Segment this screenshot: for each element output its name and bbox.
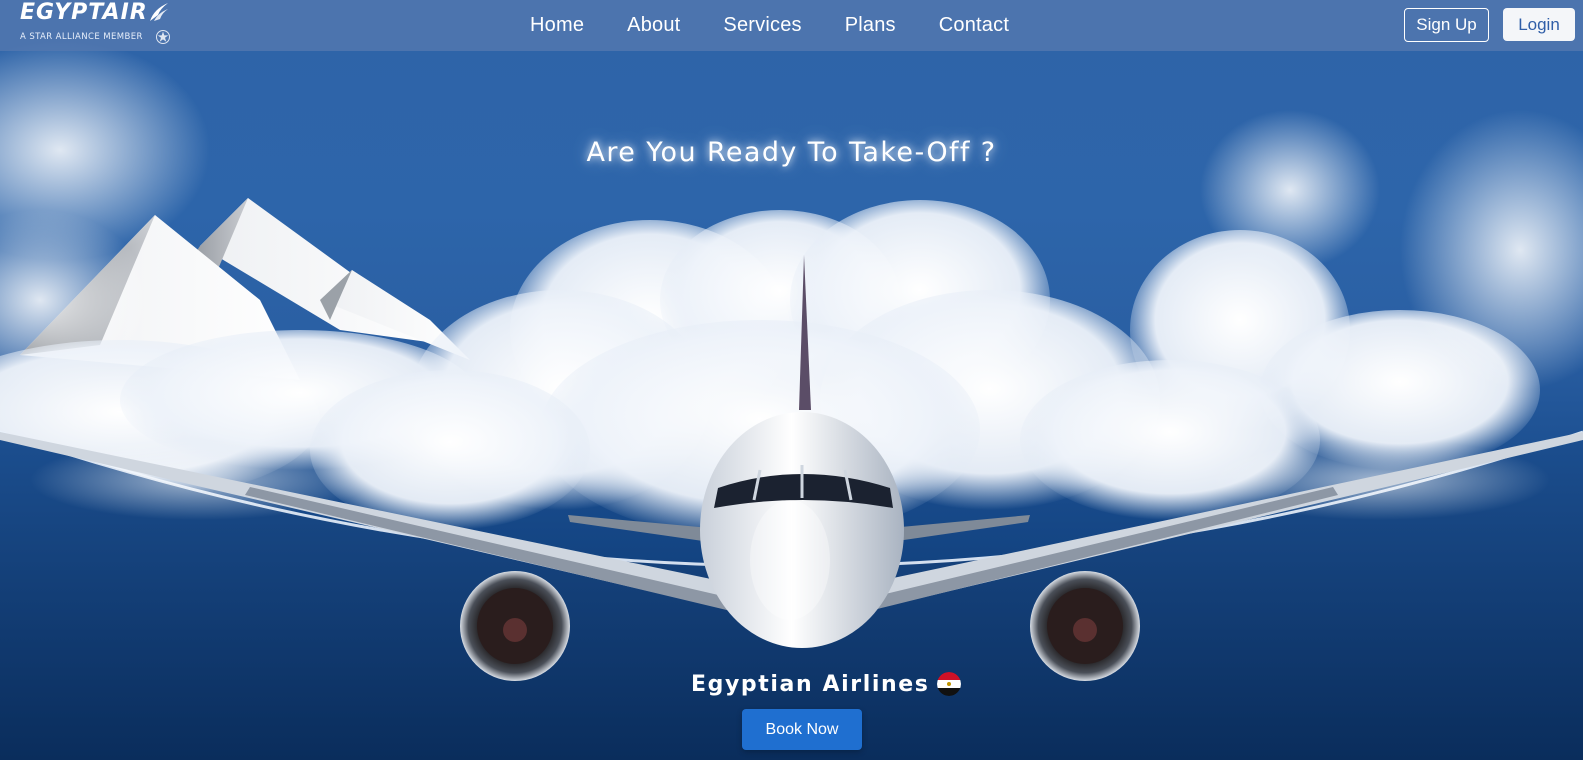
nav-link-contact[interactable]: Contact — [939, 14, 1009, 37]
hero-section: EGYPTAIR A STAR ALLIANCE MEMBER Home Abo… — [0, 0, 1583, 760]
airline-brand-line: Egyptian Airlines — [691, 668, 962, 700]
top-navbar: EGYPTAIR A STAR ALLIANCE MEMBER Home Abo… — [0, 0, 1583, 51]
airline-name: Egyptian Airlines — [691, 671, 930, 697]
hero-headline: Are You Ready To Take-Off ? — [586, 137, 997, 168]
nav-link-about[interactable]: About — [627, 14, 680, 37]
star-alliance-icon — [156, 30, 170, 44]
egyptair-logo[interactable]: EGYPTAIR A STAR ALLIANCE MEMBER — [18, 0, 178, 50]
nav-link-home[interactable]: Home — [530, 14, 584, 37]
logo-wordmark: EGYPTAIR — [20, 0, 148, 25]
nav-link-plans[interactable]: Plans — [845, 14, 896, 37]
logo-subtitle: A STAR ALLIANCE MEMBER — [20, 32, 143, 42]
login-button[interactable]: Login — [1503, 8, 1575, 41]
book-now-button[interactable]: Book Now — [742, 709, 862, 750]
nav-link-services[interactable]: Services — [723, 14, 801, 37]
horus-wing-icon — [150, 3, 168, 21]
hero-background-illustration — [0, 40, 1583, 760]
egypt-flag-icon — [937, 672, 962, 696]
main-navigation: Home About Services Plans Contact — [530, 0, 1009, 51]
sign-up-button[interactable]: Sign Up — [1404, 8, 1489, 42]
